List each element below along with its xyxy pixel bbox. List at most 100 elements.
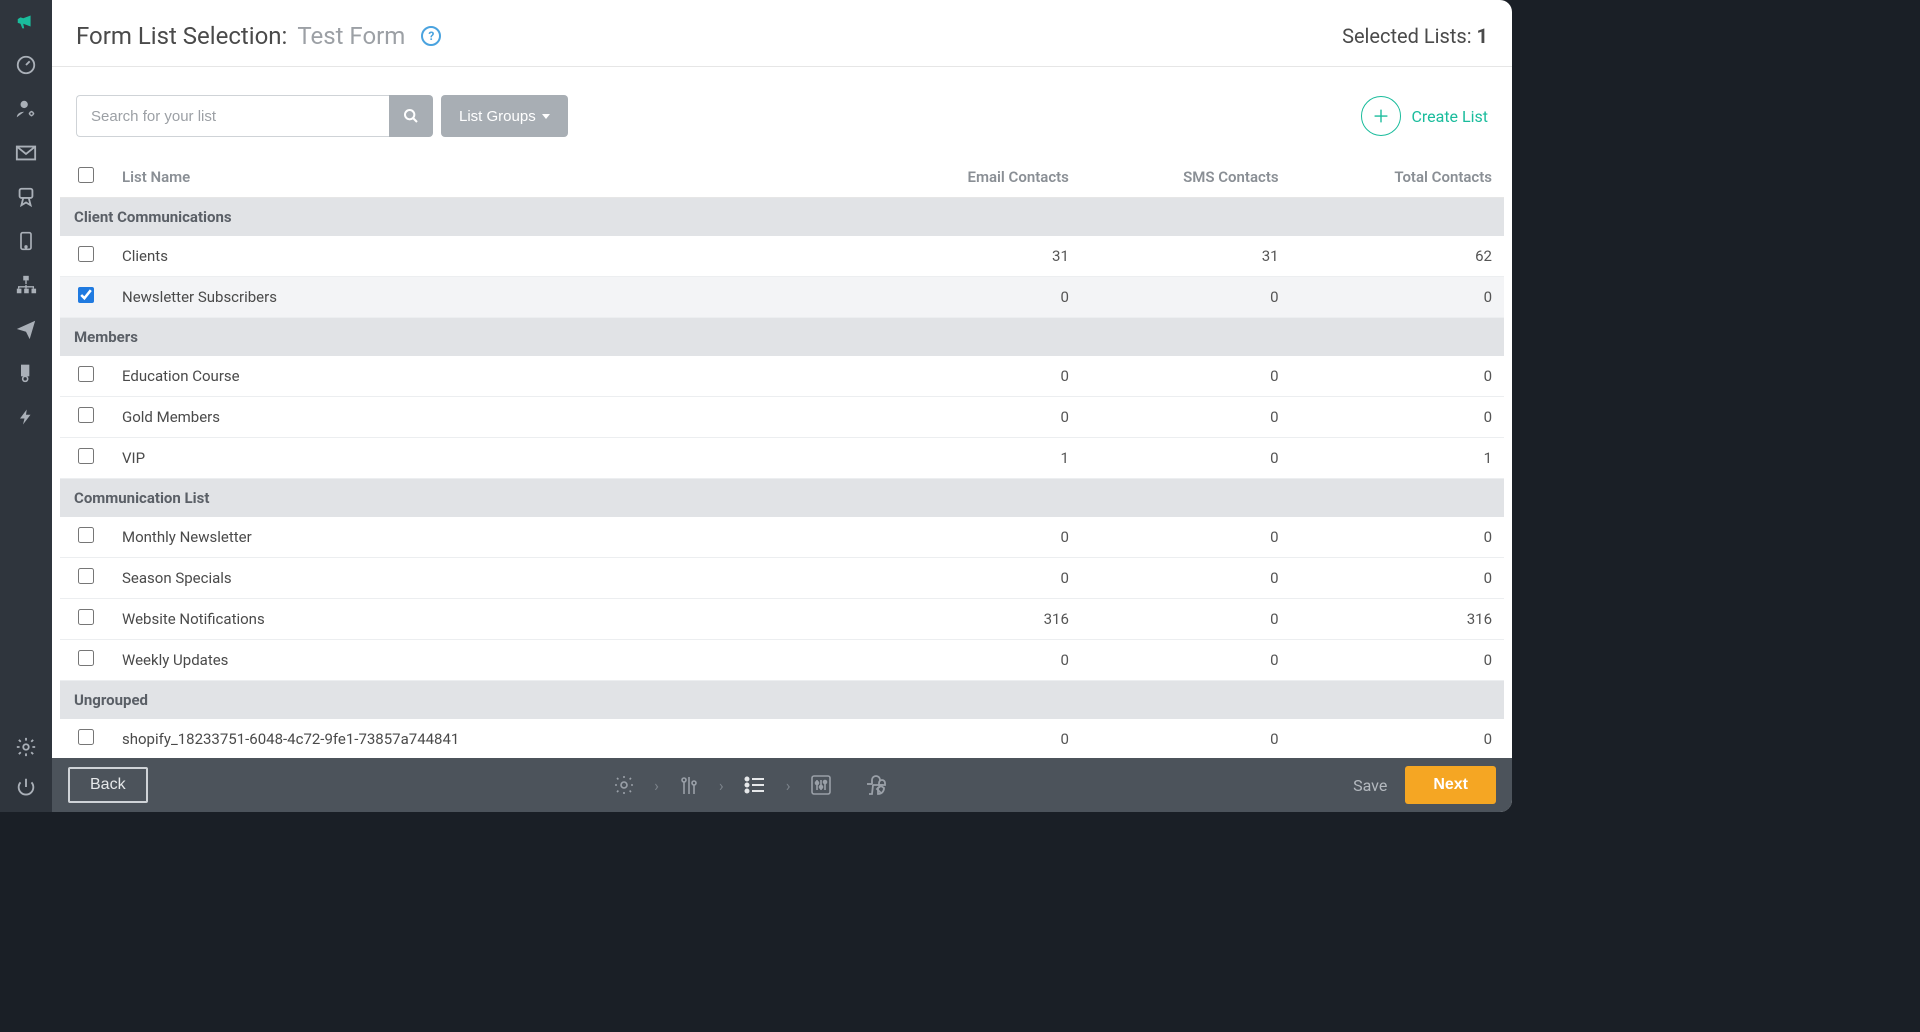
row-list-name: Gold Members xyxy=(110,397,861,438)
row-sms-contacts: 0 xyxy=(1081,397,1291,438)
row-total-contacts: 0 xyxy=(1291,719,1504,758)
row-sms-contacts: 31 xyxy=(1081,236,1291,277)
list-row[interactable]: Gold Members000 xyxy=(60,397,1504,438)
row-list-name: Monthly Newsletter xyxy=(110,517,861,558)
sitemap-icon[interactable] xyxy=(13,272,39,298)
chevron-right-icon: › xyxy=(786,776,791,795)
step-design-icon[interactable] xyxy=(677,773,701,797)
row-checkbox[interactable] xyxy=(78,568,94,584)
wizard-steps: › › › xyxy=(148,773,1354,797)
row-checkbox[interactable] xyxy=(78,650,94,666)
row-email-contacts: 0 xyxy=(861,558,1081,599)
group-header-row: Communication List xyxy=(60,479,1504,518)
badge-icon[interactable] xyxy=(13,184,39,210)
row-sms-contacts: 0 xyxy=(1081,356,1291,397)
row-checkbox[interactable] xyxy=(78,729,94,745)
group-header-row: Members xyxy=(60,318,1504,357)
row-sms-contacts: 0 xyxy=(1081,599,1291,640)
list-row[interactable]: Monthly Newsletter000 xyxy=(60,517,1504,558)
row-total-contacts: 0 xyxy=(1291,640,1504,681)
chevron-right-icon: › xyxy=(654,776,659,795)
step-settings-icon[interactable] xyxy=(612,773,636,797)
page-title-static: Form List Selection: xyxy=(76,22,287,50)
col-sms-contacts: SMS Contacts xyxy=(1081,157,1291,198)
row-email-contacts: 0 xyxy=(861,397,1081,438)
list-row[interactable]: Weekly Updates000 xyxy=(60,640,1504,681)
row-list-name: Season Specials xyxy=(110,558,861,599)
row-email-contacts: 0 xyxy=(861,277,1081,318)
col-total-contacts: Total Contacts xyxy=(1291,157,1504,198)
bolt-icon[interactable] xyxy=(13,404,39,430)
list-row[interactable]: Season Specials000 xyxy=(60,558,1504,599)
row-sms-contacts: 0 xyxy=(1081,640,1291,681)
row-sms-contacts: 0 xyxy=(1081,558,1291,599)
row-list-name: Clients xyxy=(110,236,861,277)
list-groups-label: List Groups xyxy=(459,108,536,125)
row-total-contacts: 316 xyxy=(1291,599,1504,640)
row-checkbox[interactable] xyxy=(78,448,94,464)
gear-icon[interactable] xyxy=(13,734,39,760)
row-total-contacts: 0 xyxy=(1291,277,1504,318)
sidebar xyxy=(0,0,52,812)
phone-icon[interactable] xyxy=(13,228,39,254)
list-groups-button[interactable]: List Groups xyxy=(441,95,568,137)
row-checkbox[interactable] xyxy=(78,366,94,382)
list-row[interactable]: Newsletter Subscribers000 xyxy=(60,277,1504,318)
list-row[interactable]: Education Course000 xyxy=(60,356,1504,397)
row-sms-contacts: 0 xyxy=(1081,719,1291,758)
row-email-contacts: 1 xyxy=(861,438,1081,479)
select-all-checkbox[interactable] xyxy=(78,167,94,183)
megaphone-icon[interactable] xyxy=(13,8,39,34)
envelope-icon[interactable] xyxy=(13,140,39,166)
plus-icon xyxy=(1361,96,1401,136)
row-sms-contacts: 0 xyxy=(1081,277,1291,318)
toolbar: List Groups Create List xyxy=(52,67,1512,145)
col-email-contacts: Email Contacts xyxy=(861,157,1081,198)
save-button[interactable]: Save xyxy=(1353,776,1387,795)
row-checkbox[interactable] xyxy=(78,287,94,303)
row-checkbox[interactable] xyxy=(78,609,94,625)
paper-plane-icon[interactable] xyxy=(13,316,39,342)
row-checkbox[interactable] xyxy=(78,527,94,543)
row-list-name: Newsletter Subscribers xyxy=(110,277,861,318)
list-row[interactable]: Website Notifications3160316 xyxy=(60,599,1504,640)
create-list-button[interactable]: Create List xyxy=(1361,96,1488,136)
row-total-contacts: 1 xyxy=(1291,438,1504,479)
row-checkbox[interactable] xyxy=(78,246,94,262)
list-row[interactable]: VIP101 xyxy=(60,438,1504,479)
lists-table: List Name Email Contacts SMS Contacts To… xyxy=(60,157,1504,758)
row-email-contacts: 31 xyxy=(861,236,1081,277)
row-total-contacts: 0 xyxy=(1291,397,1504,438)
group-name: Ungrouped xyxy=(60,681,1504,720)
row-list-name: VIP xyxy=(110,438,861,479)
row-email-contacts: 0 xyxy=(861,640,1081,681)
row-total-contacts: 0 xyxy=(1291,517,1504,558)
row-list-name: Weekly Updates xyxy=(110,640,861,681)
step-options-icon[interactable] xyxy=(809,773,833,797)
search-button[interactable] xyxy=(389,95,433,137)
create-list-label: Create List xyxy=(1411,107,1488,126)
search-input[interactable] xyxy=(76,95,389,137)
selected-lists-label: Selected Lists: xyxy=(1342,24,1471,48)
gauge-icon[interactable] xyxy=(13,52,39,78)
user-settings-icon[interactable] xyxy=(13,96,39,122)
main-panel: Form List Selection: Test Form ? Selecte… xyxy=(52,0,1512,812)
row-checkbox[interactable] xyxy=(78,407,94,423)
group-name: Communication List xyxy=(60,479,1504,518)
group-name: Client Communications xyxy=(60,198,1504,237)
award-icon[interactable] xyxy=(13,360,39,386)
back-button[interactable]: Back xyxy=(68,767,148,803)
help-icon[interactable]: ? xyxy=(421,26,441,46)
step-confirm-icon[interactable] xyxy=(865,773,889,797)
page-header: Form List Selection: Test Form ? Selecte… xyxy=(52,0,1512,67)
row-email-contacts: 0 xyxy=(861,517,1081,558)
list-row[interactable]: Clients313162 xyxy=(60,236,1504,277)
page-title-dynamic: Test Form xyxy=(297,22,405,50)
row-email-contacts: 0 xyxy=(861,356,1081,397)
power-icon[interactable] xyxy=(13,774,39,800)
list-row[interactable]: shopify_18233751-6048-4c72-9fe1-73857a74… xyxy=(60,719,1504,758)
chevron-right-icon: › xyxy=(719,776,724,795)
row-total-contacts: 0 xyxy=(1291,558,1504,599)
step-lists-icon[interactable] xyxy=(742,773,768,797)
next-button[interactable]: Next xyxy=(1405,766,1496,804)
